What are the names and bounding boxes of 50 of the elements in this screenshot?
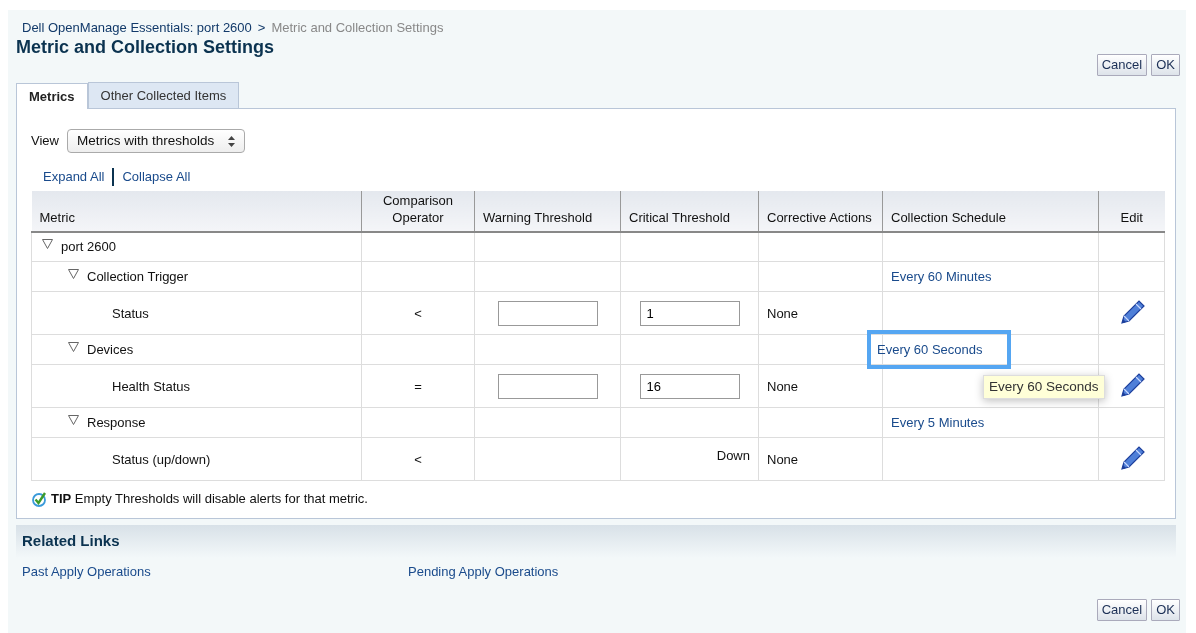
checkmark-icon (31, 491, 47, 507)
threshold-value: Down (716, 448, 750, 464)
view-select[interactable]: Metrics with thresholds (66, 129, 246, 154)
ok-button[interactable]: OK (1151, 599, 1180, 621)
column-header: Comparison Operator (361, 190, 475, 232)
column-header: Warning Threshold (474, 190, 621, 232)
collapse-all-link[interactable]: Collapse All (122, 167, 191, 187)
operator: = (414, 378, 422, 394)
tree-node-label: Response (87, 415, 146, 430)
column-header: Collection Schedule (882, 190, 1099, 232)
threshold-field[interactable]: 1 (639, 300, 740, 326)
collapse-triangle-icon[interactable] (68, 342, 79, 352)
threshold-field[interactable] (497, 300, 598, 326)
threshold-field[interactable]: 16 (639, 373, 740, 399)
related-link[interactable]: Past Apply Operations (22, 561, 408, 581)
collapse-triangle-icon[interactable] (68, 415, 79, 425)
related-link[interactable]: Pending Apply Operations (408, 561, 794, 581)
column-header: Edit (1098, 190, 1165, 232)
breadcrumb-link[interactable]: Dell OpenManage Essentials: port 2600 (22, 20, 252, 35)
column-header: Critical Threshold (620, 190, 759, 232)
cancel-button[interactable]: Cancel (1096, 53, 1148, 76)
tree-node-label: Collection Trigger (87, 269, 189, 284)
tree-node-label: Devices (87, 342, 134, 357)
tooltip: Every 60 Seconds (983, 375, 1105, 400)
action-value: None (767, 451, 799, 467)
collapse-triangle-icon[interactable] (68, 269, 79, 279)
column-header: Corrective Actions (758, 190, 883, 232)
view-label: View (31, 132, 59, 151)
operator: < (414, 451, 422, 467)
expand-all-link[interactable]: Expand All (43, 167, 105, 187)
action-value: None (767, 305, 799, 321)
column-header: Metric (31, 190, 362, 232)
operator: < (414, 305, 422, 321)
cancel-button[interactable]: Cancel (1096, 599, 1148, 621)
stepper-icon (228, 135, 236, 147)
action-value: None (767, 378, 799, 394)
tab[interactable]: Metrics (16, 82, 88, 109)
tip-text: TIP Empty Thresholds will disable alerts for that metric. (51, 490, 368, 509)
metric-name: Status (112, 305, 149, 321)
breadcrumb-separator: > (257, 20, 266, 35)
breadcrumb-current: Metric and Collection Settings (271, 20, 444, 35)
page-title: Metric and Collection Settings (16, 37, 275, 58)
threshold-field[interactable] (497, 373, 598, 399)
metric-name: Health Status (112, 378, 191, 394)
view-select-value: Metrics with thresholds (76, 132, 215, 150)
tab[interactable]: Other Collected Items (87, 81, 240, 108)
tree-node-label: port 2600 (61, 239, 116, 255)
metric-name: Status (up/down) (112, 451, 211, 467)
ok-button[interactable]: OK (1151, 53, 1180, 76)
collapse-triangle-icon[interactable] (42, 239, 53, 250)
